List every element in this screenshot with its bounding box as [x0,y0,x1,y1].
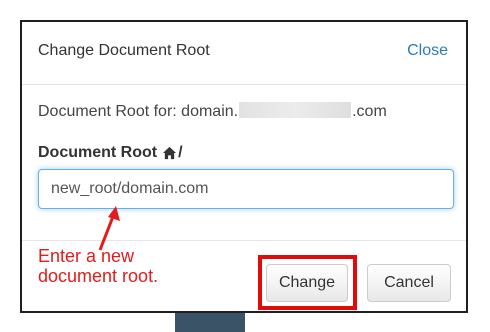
document-root-input[interactable]: new_root/domain.com [38,169,454,209]
dialog-footer-divider [22,240,466,241]
dialog-title: Change Document Root [38,42,210,59]
document-root-input-value: new_root/domain.com [51,180,209,197]
path-slash: / [178,144,183,161]
redacted-domain [239,102,352,118]
document-root-label: Document Root / [38,144,183,162]
close-link[interactable]: Close [407,42,448,60]
dialog-header: Change Document Root Close [22,22,466,85]
change-document-root-dialog: Change Document Root Close Document Root… [20,20,468,313]
annotation-arrow-icon [98,206,120,251]
document-root-info: Document Root for: domain. .com [38,102,387,121]
background-strip [175,312,245,332]
cancel-button[interactable]: Cancel [367,264,451,302]
annotation-line-2: document root. [38,266,159,286]
document-root-label-text: Document Root [38,144,158,161]
root-info-prefix: Document Root for: domain. [38,103,239,120]
change-button-highlight [258,255,357,310]
root-info-suffix: .com [352,103,387,120]
home-icon [163,146,177,160]
